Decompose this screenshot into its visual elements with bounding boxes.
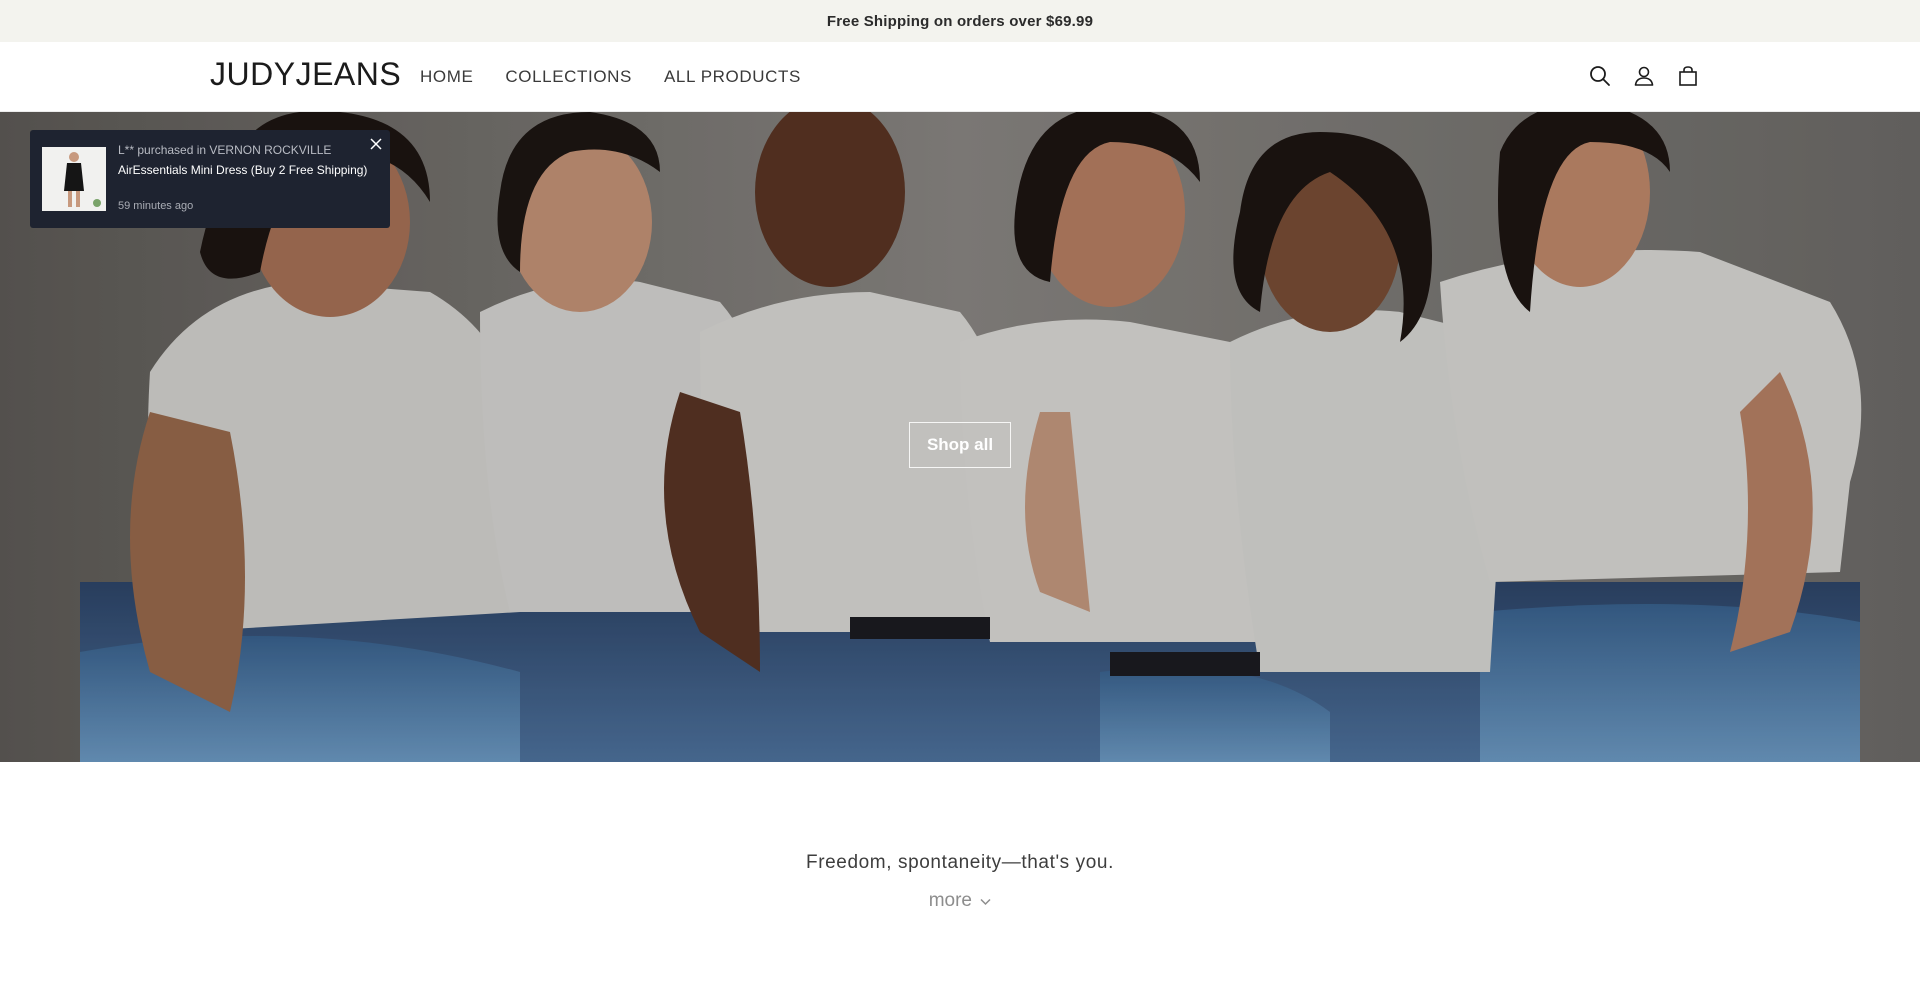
chevron-down-icon xyxy=(980,890,991,912)
more-toggle[interactable]: more xyxy=(0,890,1920,912)
purchase-location: L** purchased in VERNON ROCKVILLE xyxy=(118,143,332,157)
announcement-text: Free Shipping on orders over $69.99 xyxy=(826,12,1094,30)
purchase-product-link[interactable]: AirEssentials Mini Dress (Buy 2 Free Shi… xyxy=(118,163,367,177)
purchase-time: 59 minutes ago xyxy=(118,200,194,212)
intro-tagline: Freedom, spontaneity—that's you. xyxy=(806,852,1114,873)
site-logo[interactable]: JUDYJEANS xyxy=(210,56,401,93)
cart-icon[interactable] xyxy=(1676,64,1700,88)
search-icon[interactable] xyxy=(1588,64,1612,88)
purchase-notification[interactable]: L** purchased in VERNON ROCKVILLE AirEss… xyxy=(30,130,390,228)
account-icon[interactable] xyxy=(1632,64,1656,88)
header-icons xyxy=(1588,64,1700,88)
close-icon[interactable] xyxy=(368,136,384,152)
more-label: more xyxy=(928,890,972,912)
nav-collections[interactable]: COLLECTIONS xyxy=(505,67,632,87)
main-nav: HOME COLLECTIONS ALL PRODUCTS xyxy=(420,67,801,87)
nav-all-products[interactable]: ALL PRODUCTS xyxy=(664,67,801,87)
product-thumbnail[interactable] xyxy=(42,147,106,211)
nav-home[interactable]: HOME xyxy=(420,67,473,87)
announcement-bar: Free Shipping on orders over $69.99 xyxy=(0,0,1920,42)
shop-all-button[interactable]: Shop all xyxy=(909,422,1011,468)
site-header: JUDYJEANS HOME COLLECTIONS ALL PRODUCTS xyxy=(0,42,1920,112)
